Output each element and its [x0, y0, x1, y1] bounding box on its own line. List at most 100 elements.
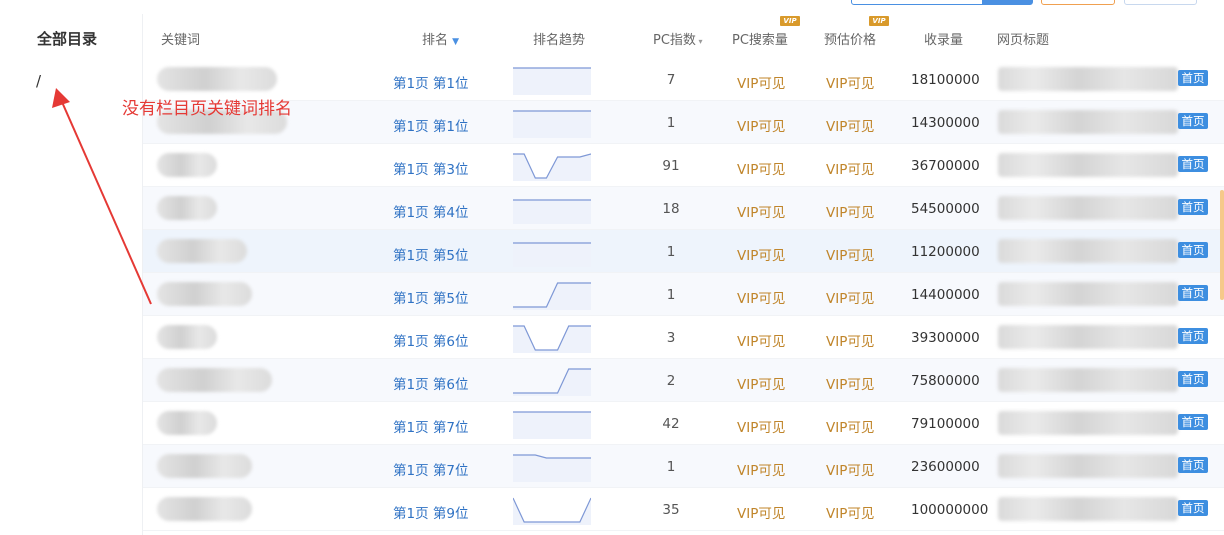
pc-search-vip[interactable]: VIP可见: [737, 115, 785, 135]
table-row[interactable]: 第1页 第5位 1 VIP可见 VIP可见 14400000 首页: [143, 273, 1224, 316]
page-title-blurred[interactable]: [998, 325, 1178, 349]
indexed-value: 23600000: [911, 459, 980, 475]
trend-sparkline: [513, 67, 591, 95]
keyword-blurred: [157, 368, 272, 392]
rank-link[interactable]: 第1页 第5位: [393, 244, 468, 264]
trend-sparkline: [513, 110, 591, 138]
price-vip[interactable]: VIP可见: [826, 373, 874, 393]
table-row[interactable]: 第1页 第3位 91 VIP可见 VIP可见 36700000 首页: [143, 144, 1224, 187]
pc-index-value: 2: [666, 373, 676, 389]
pc-index-value: 1: [666, 459, 676, 475]
indexed-value: 39300000: [911, 330, 980, 346]
price-vip[interactable]: VIP可见: [826, 244, 874, 264]
home-tag-badge: 首页: [1178, 457, 1208, 473]
price-vip[interactable]: VIP可见: [826, 502, 874, 522]
sort-caret-icon[interactable]: ▼: [452, 37, 459, 47]
pc-index-value: 3: [666, 330, 676, 346]
pc-search-vip[interactable]: VIP可见: [737, 502, 785, 522]
table-row[interactable]: 第1页 第9位 35 VIP可见 VIP可见 100000000 首页: [143, 488, 1224, 531]
table-row[interactable]: 第1页 第7位 42 VIP可见 VIP可见 79100000 首页: [143, 402, 1224, 445]
price-vip[interactable]: VIP可见: [826, 158, 874, 178]
pc-index-value: 1: [666, 115, 676, 131]
trend-area: [513, 68, 591, 95]
floating-panel-edge[interactable]: [1220, 190, 1224, 300]
column-rank[interactable]: 排名 ▼: [422, 29, 459, 48]
column-page-title: 网页标题: [997, 33, 1050, 48]
table-row[interactable]: 第1页 第7位 1 VIP可见 VIP可见 23600000 首页: [143, 445, 1224, 488]
price-vip[interactable]: VIP可见: [826, 330, 874, 350]
rank-link[interactable]: 第1页 第9位: [393, 502, 468, 522]
indexed-value: 11200000: [911, 244, 980, 260]
column-rank-label: 排名: [422, 33, 449, 48]
export-button[interactable]: [851, 0, 1033, 5]
page-title-blurred[interactable]: [998, 368, 1178, 392]
pc-search-vip[interactable]: VIP可见: [737, 244, 785, 264]
rank-link[interactable]: 第1页 第6位: [393, 330, 468, 350]
price-vip[interactable]: VIP可见: [826, 201, 874, 221]
pc-index-value: 7: [666, 72, 676, 88]
page-title-blurred[interactable]: [998, 454, 1178, 478]
pc-search-vip[interactable]: VIP可见: [737, 201, 785, 221]
more-button[interactable]: [1124, 0, 1197, 5]
pc-index-value: 42: [662, 416, 680, 432]
trend-area: [513, 369, 591, 396]
indexed-value: 14400000: [911, 287, 980, 303]
pc-search-vip[interactable]: VIP可见: [737, 287, 785, 307]
rank-link[interactable]: 第1页 第6位: [393, 373, 468, 393]
page-title-blurred[interactable]: [998, 153, 1178, 177]
rank-link[interactable]: 第1页 第1位: [393, 72, 468, 92]
home-tag-badge: 首页: [1178, 199, 1208, 215]
rank-link[interactable]: 第1页 第3位: [393, 158, 468, 178]
indexed-value: 36700000: [911, 158, 980, 174]
rank-link[interactable]: 第1页 第4位: [393, 201, 468, 221]
vip-badge-icon: VIP: [869, 16, 889, 26]
trend-sparkline: [513, 454, 591, 482]
price-vip[interactable]: VIP可见: [826, 115, 874, 135]
column-trend: 排名趋势: [533, 33, 586, 48]
vip-button[interactable]: [1041, 0, 1115, 5]
price-vip[interactable]: VIP可见: [826, 72, 874, 92]
pc-search-vip[interactable]: VIP可见: [737, 330, 785, 350]
pc-index-value: 35: [662, 502, 680, 518]
rank-link[interactable]: 第1页 第7位: [393, 416, 468, 436]
rank-link[interactable]: 第1页 第1位: [393, 115, 468, 135]
trend-area: [513, 283, 591, 310]
home-tag-badge: 首页: [1178, 70, 1208, 86]
trend-area: [513, 326, 591, 353]
column-pc-index-label: PC指数: [653, 33, 696, 48]
pc-search-vip[interactable]: VIP可见: [737, 373, 785, 393]
pc-index-value: 1: [666, 244, 676, 260]
pc-search-vip[interactable]: VIP可见: [737, 459, 785, 479]
page-title-blurred[interactable]: [998, 196, 1178, 220]
price-vip[interactable]: VIP可见: [826, 459, 874, 479]
pc-search-vip[interactable]: VIP可见: [737, 72, 785, 92]
home-tag-badge: 首页: [1178, 113, 1208, 129]
table-row[interactable]: 第1页 第6位 2 VIP可见 VIP可见 75800000 首页: [143, 359, 1224, 402]
table-row[interactable]: 第1页 第1位 1 VIP可见 VIP可见 14300000 首页: [143, 101, 1224, 144]
price-vip[interactable]: VIP可见: [826, 287, 874, 307]
page-title-blurred[interactable]: [998, 110, 1178, 134]
rank-link[interactable]: 第1页 第7位: [393, 459, 468, 479]
table-row[interactable]: 第1页 第4位 18 VIP可见 VIP可见 54500000 首页: [143, 187, 1224, 230]
sort-caret-icon[interactable]: ▾: [696, 37, 702, 46]
pc-search-vip[interactable]: VIP可见: [737, 416, 785, 436]
table-row[interactable]: 第1页 第5位 1 VIP可见 VIP可见 11200000 首页: [143, 230, 1224, 273]
page-title-blurred[interactable]: [998, 282, 1178, 306]
page-title-blurred[interactable]: [998, 239, 1178, 263]
keyword-blurred: [157, 497, 252, 521]
table-row[interactable]: 第1页 第1位 7 VIP可见 VIP可见 18100000 首页: [143, 58, 1224, 101]
trend-area: [513, 243, 591, 267]
page-title-blurred[interactable]: [998, 411, 1178, 435]
rank-link[interactable]: 第1页 第5位: [393, 287, 468, 307]
table-row[interactable]: 第1页 第6位 3 VIP可见 VIP可见 39300000 首页: [143, 316, 1224, 359]
page-title-blurred[interactable]: [998, 497, 1178, 521]
indexed-value: 14300000: [911, 115, 980, 131]
pc-search-vip[interactable]: VIP可见: [737, 158, 785, 178]
column-pc-index[interactable]: PC指数 ▾: [653, 29, 702, 48]
trend-sparkline: [513, 497, 591, 525]
price-vip[interactable]: VIP可见: [826, 416, 874, 436]
column-pc-search: PC搜索量: [732, 33, 788, 48]
pc-index-value: 91: [662, 158, 680, 174]
page-title-blurred[interactable]: [998, 67, 1178, 91]
annotation-arrow-icon: [52, 88, 152, 305]
